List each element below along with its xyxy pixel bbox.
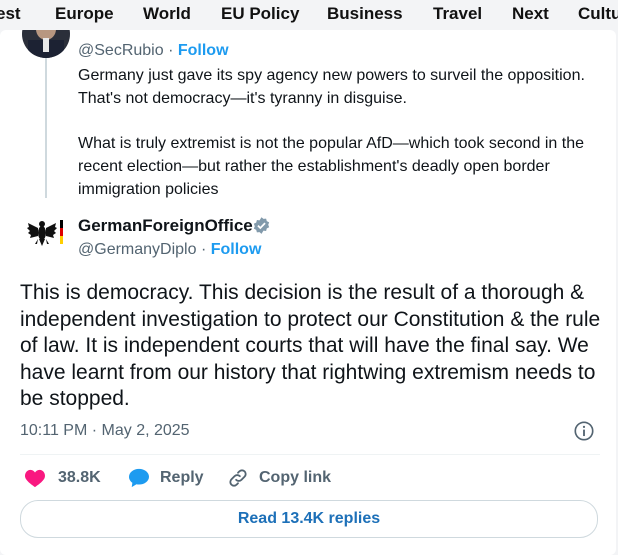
quoted-author-handle[interactable]: @SecRubio — [78, 42, 164, 59]
nav-item-business[interactable]: Business — [327, 4, 403, 24]
link-icon — [229, 469, 247, 487]
quoted-author-handle-row: @SecRubio · Follow — [78, 42, 229, 60]
divider — [20, 454, 600, 455]
copy-link-label: Copy link — [259, 469, 332, 486]
quoted-author-avatar[interactable] — [22, 30, 70, 58]
verified-badge-icon — [253, 217, 270, 234]
info-icon[interactable] — [573, 420, 595, 442]
quoted-follow-button[interactable]: Follow — [178, 42, 229, 59]
nav-item-partial-left[interactable]: est — [0, 4, 21, 24]
author-handle[interactable]: @GermanyDiplo — [78, 241, 197, 258]
nav-item-next[interactable]: Next — [512, 4, 549, 24]
copy-link-button[interactable]: Copy link — [227, 467, 331, 489]
author-avatar[interactable] — [20, 208, 70, 260]
top-nav: est Europe World EU Policy Business Trav… — [0, 0, 618, 30]
handle-separator: · — [168, 42, 174, 59]
post-card: @SecRubio · Follow Germany just gave its… — [0, 30, 616, 555]
author-handle-row: @GermanyDiplo · Follow — [78, 241, 261, 259]
nav-item-travel[interactable]: Travel — [433, 4, 482, 24]
reply-bubble-icon — [129, 468, 149, 488]
reply-label: Reply — [160, 469, 204, 486]
quoted-post-text: Germany just gave its spy agency new pow… — [78, 64, 598, 201]
nav-item-europe[interactable]: Europe — [55, 4, 114, 24]
nav-item-culture[interactable]: Cultu — [578, 4, 618, 24]
nav-item-world[interactable]: World — [143, 4, 191, 24]
like-count: 38.8K — [58, 469, 101, 486]
post-timestamp[interactable]: 10:11 PM · May 2, 2025 — [20, 422, 190, 440]
post-text: This is democracy. This decision is the … — [20, 281, 601, 410]
like-button[interactable]: 38.8K — [24, 467, 101, 489]
heart-icon — [24, 469, 46, 488]
follow-button[interactable]: Follow — [211, 241, 262, 258]
nav-item-eu-policy[interactable]: EU Policy — [221, 4, 299, 24]
handle-separator: · — [200, 241, 207, 258]
eagle-logo-icon — [27, 220, 63, 246]
quoted-paragraph: What is truly extremist is not the popul… — [78, 135, 585, 198]
reply-button[interactable]: Reply — [128, 467, 204, 489]
quoted-paragraph: Germany just gave its spy agency new pow… — [78, 67, 585, 107]
read-replies-button[interactable]: Read 13.4K replies — [20, 500, 598, 538]
author-name[interactable]: GermanForeignOffice — [78, 216, 253, 236]
